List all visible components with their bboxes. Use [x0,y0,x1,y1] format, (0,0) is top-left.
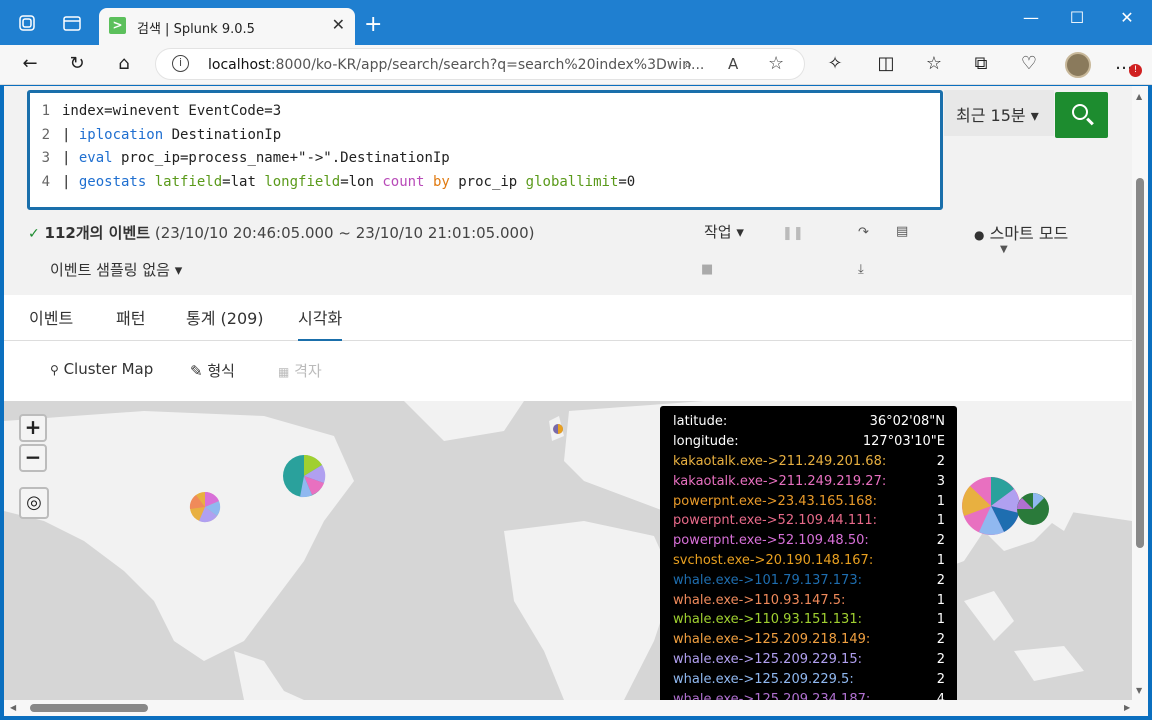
tooltip-row: svchost.exe->20.190.148.167: 1 [673,553,945,568]
tab-statistics[interactable]: 통계 (209) [186,305,264,329]
cluster-marker-japan[interactable] [1017,493,1049,525]
pause-icon[interactable]: ❚❚ [782,226,804,241]
tooltip-row: powerpnt.exe->52.109.44.111: 1 [673,513,945,529]
job-menu[interactable]: 작업 ▾ [704,221,744,242]
vertical-scrollbar[interactable]: ▲ ▼ [1132,86,1148,700]
tooltip-latitude: latitude: 36°02'08"N [673,414,945,429]
tooltip-longitude: longitude: 127°03'10"E [673,434,945,449]
vertical-scroll-thumb[interactable] [1136,178,1144,548]
favorite-star-icon[interactable]: ☆ [768,53,784,74]
scroll-down-icon[interactable]: ▼ [1136,686,1142,695]
tooltip-row: kakaotalk.exe->211.249.219.27: 3 [673,473,945,489]
cluster-marker-uk[interactable] [553,424,563,434]
search-icon [1072,104,1088,120]
tab-events[interactable]: 이벤트 [29,305,73,329]
title-bar: > 검색 | Splunk 9.0.5 ✕ + — ☐ ✕ [0,0,1152,45]
url-text[interactable]: localhost:8000/ko-KR/app/search/search?q… [208,57,704,73]
search-code: | eval proc_ip=process_name+"->".Destina… [62,150,450,166]
format-button[interactable]: ✎ 형식 [190,360,235,381]
stop-icon[interactable]: ■ [701,262,713,277]
search-button[interactable] [1055,92,1108,138]
navigation-bar: ← ↻ ⌂ i localhost:8000/ko-KR/app/search/… [0,45,1152,85]
close-window-icon[interactable]: ✕ [1117,8,1137,27]
notification-badge-icon: ! [1129,64,1142,77]
split-screen-icon[interactable]: ◫ [874,53,898,74]
maximize-icon[interactable]: ☐ [1067,8,1087,27]
tooltip-row: powerpnt.exe->23.43.165.168: 1 [673,493,945,509]
line-number: 3 [41,150,50,166]
line-number: 2 [41,126,50,143]
grid-button[interactable]: ▦ 격자 [278,360,322,381]
search-code: | iplocation DestinationIp [62,126,282,143]
line-number: 4 [41,173,50,190]
address-bar[interactable]: i localhost:8000/ko-KR/app/search/search… [155,48,805,80]
back-icon[interactable]: ← [18,53,42,74]
browser-tab[interactable]: > 검색 | Splunk 9.0.5 ✕ [99,8,355,45]
zoom-out-button[interactable]: − [19,444,47,472]
grid-icon: ▦ [278,365,290,379]
scroll-left-icon[interactable]: ◀ [10,703,16,712]
browser-essentials-icon[interactable]: ♡ [1017,53,1041,74]
map-pin-icon: ⚲ [50,363,59,377]
event-sampling-dropdown[interactable]: 이벤트 샘플링 없음 ▾ [50,259,182,280]
horizontal-scrollbar[interactable]: ◀ ▶ [4,700,1148,716]
tab-title: 검색 | Splunk 9.0.5 [137,22,255,37]
tooltip-row: whale.exe->110.93.147.5: 1 [673,592,945,608]
chevron-down-icon: ▼ [1000,244,1008,255]
locate-icon[interactable]: ◎ [19,487,49,519]
site-info-icon[interactable]: i [172,55,189,72]
tab-visualization[interactable]: 시각화 [298,305,343,342]
zoom-icon[interactable]: ⌕ [684,55,692,73]
visualization-toolbar: ⚲ Cluster Map ✎ 형식 ▦ 격자 [4,341,1132,401]
favorites-icon[interactable]: ☆ [922,53,946,74]
cluster-marker-korea[interactable] [962,477,1020,535]
result-tabs: 이벤트 패턴 통계 (209) 시각화 [4,295,1132,342]
scroll-right-icon[interactable]: ▶ [1124,703,1130,712]
profile-avatar[interactable] [1065,52,1091,78]
splunk-favicon-icon: > [109,17,126,34]
tooltip-row: whale.exe->125.209.234.187: 4 [673,691,945,700]
search-mode-dropdown[interactable]: ● 스마트 모드 ▼ [974,220,1068,255]
search-code: index=winevent EventCode=3 [62,103,282,119]
home-icon[interactable]: ⌂ [112,53,136,74]
tooltip-row: whale.exe->110.93.151.131: 1 [673,612,945,628]
tab-actions-icon[interactable] [63,15,81,37]
export-icon[interactable]: ⤓ [858,262,864,277]
viz-type-picker[interactable]: ⚲ Cluster Map [50,360,153,378]
collections-icon[interactable]: ⧉ [969,53,993,74]
close-tab-icon[interactable]: ✕ [332,15,345,34]
extensions-icon[interactable]: ✧ [823,53,847,74]
share-icon[interactable]: ↷ [858,225,869,240]
tooltip-row: whale.exe->125.209.229.5: 2 [673,671,945,687]
check-icon: ✓ [28,226,40,242]
tooltip-row: powerpnt.exe->52.109.48.50: 2 [673,533,945,549]
tooltip-row: whale.exe->125.209.218.149: 2 [673,632,945,648]
horizontal-scroll-thumb[interactable] [30,704,148,712]
zoom-in-button[interactable]: + [19,414,47,442]
tooltip-row: kakaotalk.exe->211.249.201.68: 2 [673,454,945,469]
tab-patterns[interactable]: 패턴 [116,305,145,329]
refresh-icon[interactable]: ↻ [65,53,89,74]
world-map-land [4,401,1132,700]
search-editor[interactable]: 1 index=winevent EventCode=3 2 | iplocation… [27,90,943,210]
search-code: | geostats latfield=lat longfield=lon co… [62,173,636,190]
cluster-marker-usa-east[interactable] [283,454,326,498]
print-icon[interactable]: ▤ [896,224,908,239]
time-range-picker[interactable]: 최근 15분 ▾ [944,90,1054,136]
bulb-icon: ● [974,228,985,242]
tooltip-row: whale.exe->125.209.229.15: 2 [673,652,945,667]
event-count: ✓ 112개의 이벤트 (23/10/10 20:46:05.000 ~ 23/… [28,224,535,242]
new-tab-icon[interactable]: + [364,12,382,37]
cluster-map[interactable]: + − ◎ latitude: 36°02'08"N longitude: 12… [4,401,1132,700]
scroll-up-icon[interactable]: ▲ [1136,92,1142,101]
splunk-search-page: 1 index=winevent EventCode=3 2 | iplocation… [4,86,1132,700]
line-number: 1 [41,103,50,119]
brush-icon: ✎ [190,362,203,380]
map-tooltip: latitude: 36°02'08"N longitude: 127°03'1… [660,406,957,700]
read-aloud-icon[interactable]: A [728,55,738,73]
workspaces-icon[interactable] [18,14,36,36]
minimize-icon[interactable]: — [1021,8,1041,27]
tooltip-row: whale.exe->101.79.137.173: 2 [673,572,945,588]
